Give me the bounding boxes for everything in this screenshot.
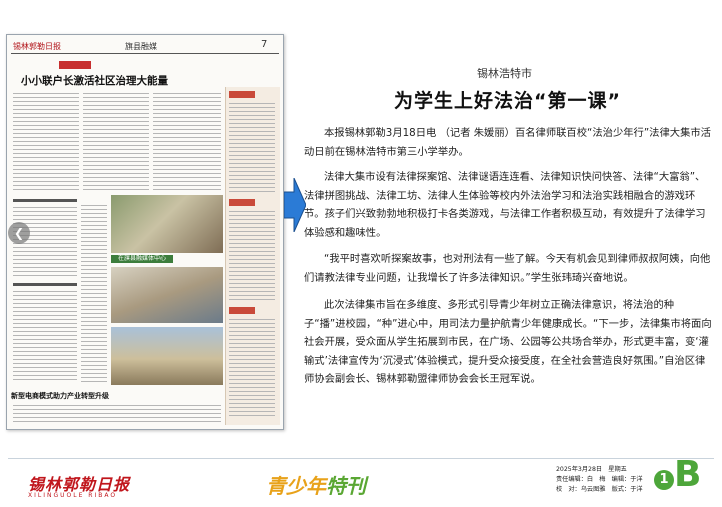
thumb-text-block: [229, 103, 275, 193]
article-headline: 为学生上好法治“第一课”: [394, 90, 621, 112]
article-paragraph: 法律大集市设有法律探案馆、法律谜语连连看、法律知识快问快答、法律“大富翁”、法律…: [304, 171, 706, 239]
thumb-headline: 小小联户长激活社区治理大能量: [21, 75, 168, 87]
scroll-left-button[interactable]: ❮: [8, 222, 30, 244]
article-paragraph: “我平时喜欢听探案故事，也对刑法有一些了解。今天有机会见到律师叔叔阿姨，向他们请…: [304, 253, 711, 284]
thumb-text-block: [229, 211, 275, 301]
page-thumbnail[interactable]: 锡林郭勒日报 旗县融媒 7 小小联户长激活社区治理大能量 在旗县融媒体中心 新型…: [6, 34, 284, 430]
special-edition-label: 青少年特刊: [266, 470, 366, 499]
thumb-page-number: 7: [261, 39, 268, 50]
thumb-text-block: [13, 291, 77, 381]
thumb-text-block: [13, 405, 221, 425]
thumb-text-block: [229, 319, 275, 419]
thumb-text-block: [83, 93, 149, 193]
article-paragraph: 本报锡林郭勒3月18日电 （记者 朱媛丽）百名律师联百校“法治少年行”法律大集市…: [304, 127, 711, 158]
thumb-red-tag: [229, 91, 255, 98]
thumb-red-tag: [229, 199, 255, 206]
thumb-text-block: [153, 93, 221, 193]
thumb-photo-market: [111, 267, 223, 323]
thumb-photo-sheep: [111, 327, 223, 385]
edition-editor: 责任编辑：白 梅 编辑：于洋: [556, 476, 643, 483]
thumb-text-block: [81, 205, 107, 385]
footer-rule: [8, 458, 714, 459]
edition-proof: 校 对：乌云图雅 版式：于洋: [556, 486, 643, 493]
thumb-photo-herders: [111, 195, 223, 253]
newspaper-logo-sub: XILINGUOLE RIBAO: [28, 492, 118, 499]
thumb-section: 旗县融媒: [125, 42, 157, 51]
thumb-text-block: [13, 93, 79, 193]
viewer-frame: 锡林郭勒日报 旗县融媒 7 小小联户长激活社区治理大能量 在旗县融媒体中心 新型…: [0, 0, 722, 507]
thumb-subhead: [13, 283, 77, 286]
thumb-masthead: 锡林郭勒日报: [13, 42, 61, 51]
page-number-badge: 1: [654, 470, 674, 490]
thumb-tag: [59, 61, 91, 69]
edition-date: 2025年3月28日 星期五: [556, 466, 627, 473]
special-edition-b: 特刊: [326, 474, 366, 498]
article-kicker: 锡林浩特市: [477, 67, 532, 80]
page-letter: B: [674, 454, 702, 495]
edition-meta: 2025年3月28日 星期五 责任编辑：白 梅 编辑：于洋 校 对：乌云图雅 版…: [556, 465, 652, 495]
thumb-red-tag: [229, 307, 255, 314]
thumb-subhead: [13, 199, 77, 202]
arrow-right-icon: [284, 178, 306, 232]
thumb-bottom-headline: 新型电商模式助力产业转型升级: [11, 392, 109, 400]
article-paragraph: 此次法律集市旨在多维度、多形式引导青少年树立正确法律意识，将法治的种子“播”进校…: [304, 299, 712, 386]
special-edition-a: 青少年: [266, 474, 326, 498]
thumb-banner: 在旗县融媒体中心: [111, 255, 173, 263]
thumb-rule: [11, 53, 279, 54]
